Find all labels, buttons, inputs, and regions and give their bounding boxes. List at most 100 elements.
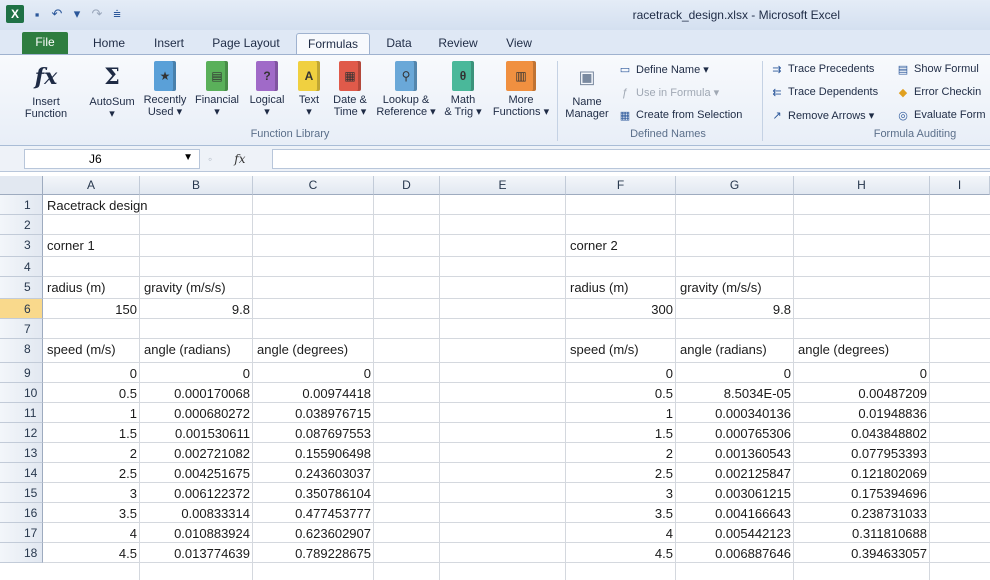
cell-b9[interactable]: 0 <box>140 363 253 383</box>
cell-f14[interactable]: 2.5 <box>566 463 676 483</box>
row-header-6[interactable]: 6 <box>0 299 43 319</box>
cell-f18[interactable]: 4.5 <box>566 543 676 563</box>
row-header-4[interactable]: 4 <box>0 257 43 277</box>
cell-a14[interactable]: 2.5 <box>43 463 140 483</box>
column-header-b[interactable]: B <box>140 176 253 195</box>
cell-f5[interactable]: radius (m) <box>566 277 676 299</box>
cell-g5[interactable]: gravity (m/s/s) <box>676 277 794 299</box>
evaluate-formula-button[interactable]: ◎ Evaluate Form <box>896 109 985 122</box>
cell-c13[interactable]: 0.155906498 <box>253 443 374 463</box>
cell-f6[interactable]: 300 <box>566 299 676 319</box>
cell-c17[interactable]: 0.623602907 <box>253 523 374 543</box>
cell-a11[interactable]: 1 <box>43 403 140 423</box>
tab-page-layout[interactable]: Page Layout <box>204 33 288 54</box>
cell-f12[interactable]: 1.5 <box>566 423 676 443</box>
tab-formulas[interactable]: Formulas <box>296 33 370 54</box>
row-header-13[interactable]: 13 <box>0 443 43 463</box>
recently-used-button[interactable]: ★ Recently Used ▾ <box>140 61 190 118</box>
cell-f11[interactable]: 1 <box>566 403 676 423</box>
column-header-e[interactable]: E <box>440 176 566 195</box>
remove-arrows-button[interactable]: ↗ Remove Arrows ▾ <box>770 109 874 122</box>
row-header-2[interactable]: 2 <box>0 215 43 235</box>
cell-g8[interactable]: angle (radians) <box>676 339 794 363</box>
cell-f9[interactable]: 0 <box>566 363 676 383</box>
math-trig-button[interactable]: θ Math & Trig ▾ <box>440 61 486 118</box>
cell-f8[interactable]: speed (m/s) <box>566 339 676 363</box>
trace-precedents-button[interactable]: ⇉ Trace Precedents <box>770 63 874 76</box>
cell-g11[interactable]: 0.000340136 <box>676 403 794 423</box>
cell-a17[interactable]: 4 <box>43 523 140 543</box>
spreadsheet-grid[interactable]: A B C D E F G H I 1 2 3 4 5 6 7 8 9 10 11 12 13 14 15 16 17 18 Race… <box>0 176 990 580</box>
column-header-d[interactable]: D <box>374 176 440 195</box>
column-header-g[interactable]: G <box>676 176 794 195</box>
cell-h11[interactable]: 0.01948836 <box>794 403 930 423</box>
cell-g6[interactable]: 9.8 <box>676 299 794 319</box>
cell-h9[interactable]: 0 <box>794 363 930 383</box>
cell-h12[interactable]: 0.043848802 <box>794 423 930 443</box>
cell-g9[interactable]: 0 <box>676 363 794 383</box>
trace-dependents-button[interactable]: ⇇ Trace Dependents <box>770 86 878 99</box>
text-button[interactable]: A Text ▾ <box>290 61 328 118</box>
cell-a5[interactable]: radius (m) <box>43 277 140 299</box>
cell-a12[interactable]: 1.5 <box>43 423 140 443</box>
tab-review[interactable]: Review <box>430 33 486 54</box>
cell-a13[interactable]: 2 <box>43 443 140 463</box>
column-header-f[interactable]: F <box>566 176 676 195</box>
cell-c16[interactable]: 0.477453777 <box>253 503 374 523</box>
row-header-5[interactable]: 5 <box>0 277 43 299</box>
cell-h15[interactable]: 0.175394696 <box>794 483 930 503</box>
row-header-9[interactable]: 9 <box>0 363 43 383</box>
cell-b6[interactable]: 9.8 <box>140 299 253 319</box>
cell-b15[interactable]: 0.006122372 <box>140 483 253 503</box>
show-formulas-button[interactable]: ▤ Show Formul <box>896 63 979 76</box>
select-all-corner[interactable] <box>0 176 43 195</box>
cell-f13[interactable]: 2 <box>566 443 676 463</box>
row-header-17[interactable]: 17 <box>0 523 43 543</box>
cell-b5[interactable]: gravity (m/s/s) <box>140 277 253 299</box>
cell-c11[interactable]: 0.038976715 <box>253 403 374 423</box>
cell-a3[interactable]: corner 1 <box>43 235 140 257</box>
cell-c10[interactable]: 0.00974418 <box>253 383 374 403</box>
cell-c12[interactable]: 0.087697553 <box>253 423 374 443</box>
cell-h17[interactable]: 0.311810688 <box>794 523 930 543</box>
cell-b16[interactable]: 0.00833314 <box>140 503 253 523</box>
date-time-button[interactable]: ▦ Date & Time ▾ <box>328 61 372 118</box>
cell-f16[interactable]: 3.5 <box>566 503 676 523</box>
cell-h14[interactable]: 0.121802069 <box>794 463 930 483</box>
error-checking-button[interactable]: ◆ Error Checkin <box>896 86 981 99</box>
row-header-11[interactable]: 11 <box>0 403 43 423</box>
financial-button[interactable]: ▤ Financial ▾ <box>190 61 244 118</box>
column-header-c[interactable]: C <box>253 176 374 195</box>
row-header-14[interactable]: 14 <box>0 463 43 483</box>
row-header-12[interactable]: 12 <box>0 423 43 443</box>
cell-f10[interactable]: 0.5 <box>566 383 676 403</box>
cell-h18[interactable]: 0.394633057 <box>794 543 930 563</box>
cell-b10[interactable]: 0.000170068 <box>140 383 253 403</box>
name-manager-button[interactable]: ▣ Name Manager <box>562 61 612 120</box>
cell-b17[interactable]: 0.010883924 <box>140 523 253 543</box>
autosum-button[interactable]: Σ AutoSum ▾ <box>86 61 138 120</box>
cell-f17[interactable]: 4 <box>566 523 676 543</box>
tab-data[interactable]: Data <box>376 33 422 54</box>
cell-h8[interactable]: angle (degrees) <box>794 339 930 363</box>
cell-h10[interactable]: 0.00487209 <box>794 383 930 403</box>
cell-g15[interactable]: 0.003061215 <box>676 483 794 503</box>
cell-h13[interactable]: 0.077953393 <box>794 443 930 463</box>
column-header-i[interactable]: I <box>930 176 990 195</box>
cell-g17[interactable]: 0.005442123 <box>676 523 794 543</box>
chevron-down-icon[interactable]: ▼ <box>183 152 193 163</box>
create-from-selection-button[interactable]: ▦ Create from Selection <box>618 109 743 122</box>
cell-a9[interactable]: 0 <box>43 363 140 383</box>
cell-b12[interactable]: 0.001530611 <box>140 423 253 443</box>
insert-function-button[interactable]: fx Insert Function <box>18 61 74 120</box>
logical-button[interactable]: ? Logical ▾ <box>244 61 290 118</box>
tab-home[interactable]: Home <box>82 33 136 54</box>
row-header-1[interactable]: 1 <box>0 195 43 215</box>
more-functions-button[interactable]: ▥ More Functions ▾ <box>488 61 554 118</box>
tab-file[interactable]: File <box>22 32 68 54</box>
cell-c8[interactable]: angle (degrees) <box>253 339 374 363</box>
formula-input[interactable] <box>272 149 990 169</box>
column-header-a[interactable]: A <box>43 176 140 195</box>
cell-b18[interactable]: 0.013774639 <box>140 543 253 563</box>
cell-f15[interactable]: 3 <box>566 483 676 503</box>
